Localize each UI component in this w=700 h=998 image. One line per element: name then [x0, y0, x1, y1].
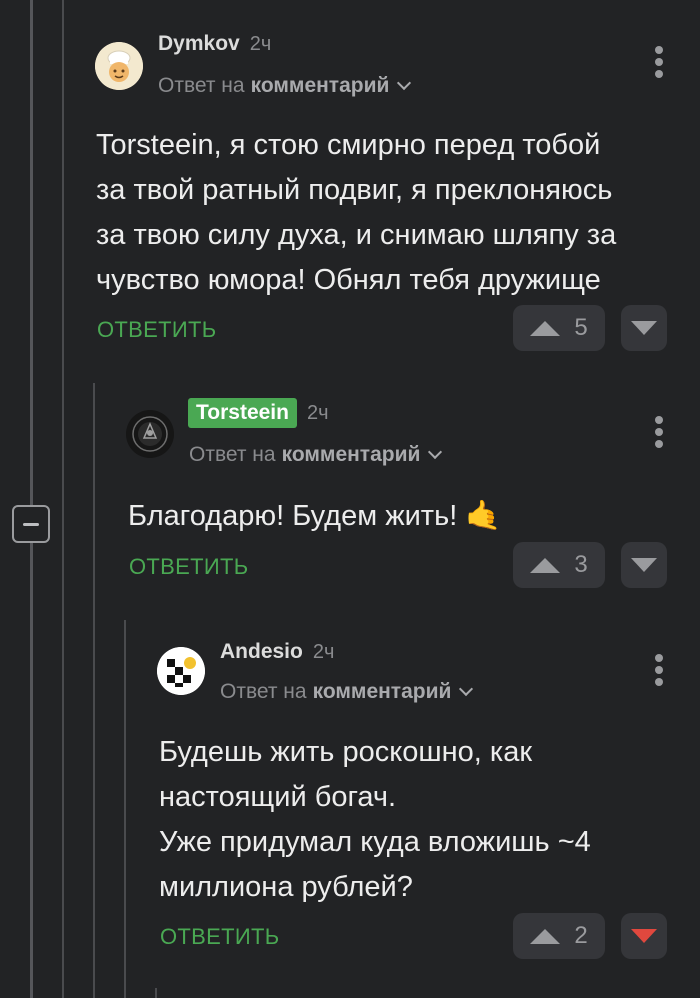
comment-line: Torsteein, я стою смирно перед тобой: [96, 129, 601, 161]
pixel-avatar-icon: [157, 647, 205, 695]
upvote-button[interactable]: 2: [513, 913, 605, 959]
comment-body: Будешь жить роскошно, как настоящий бога…: [159, 730, 591, 910]
thread-line: [30, 0, 33, 998]
reply-button[interactable]: ОТВЕТИТЬ: [129, 554, 248, 580]
comment-header: Dymkov 2ч: [158, 32, 271, 56]
comment-body: Благодарю! Будем жить! 🤙: [128, 494, 501, 539]
arrow-down-icon: [631, 321, 657, 335]
comment-line: миллиона рублей?: [159, 871, 413, 903]
comment-line: настоящий богач.: [159, 781, 397, 813]
author-name[interactable]: Andesio: [220, 640, 303, 664]
arrow-up-icon: [530, 557, 561, 573]
comment-time: 2ч: [249, 32, 272, 55]
reply-to-link[interactable]: Ответ на комментарий: [189, 443, 443, 467]
reply-prefix: Ответ на: [158, 74, 245, 97]
more-options-icon[interactable]: [654, 46, 664, 78]
comment-line: Благодарю! Будем жить! 🤙: [128, 500, 502, 532]
reply-prefix: Ответ на: [189, 443, 276, 466]
arrow-down-icon: [631, 558, 657, 572]
comment-line: за твой ратный подвиг, я преклоняюсь: [96, 174, 613, 206]
author-name[interactable]: Torsteein: [188, 398, 297, 428]
chevron-down-icon: [459, 681, 474, 697]
comment-header: Torsteein 2ч: [188, 398, 329, 428]
arrow-up-icon: [530, 928, 561, 944]
reply-to-link[interactable]: Ответ на комментарий: [158, 74, 412, 98]
vote-count: 3: [574, 551, 588, 578]
chevron-down-icon: [428, 444, 443, 460]
vote-count: 5: [574, 314, 588, 341]
reply-prefix: Ответ на: [220, 680, 307, 703]
comment-header: Andesio 2ч: [220, 640, 334, 664]
author-name[interactable]: Dymkov: [158, 32, 240, 56]
comment-line: чувство юмора! Обнял тебя дружище: [96, 264, 601, 296]
avatar[interactable]: [95, 42, 143, 90]
arrow-down-icon: [631, 929, 657, 943]
avatar[interactable]: [157, 647, 205, 695]
vote-count: 2: [574, 922, 588, 949]
reply-button[interactable]: ОТВЕТИТЬ: [160, 924, 279, 950]
more-options-icon[interactable]: [654, 416, 664, 448]
emblem-avatar-icon: [126, 410, 174, 458]
comments-thread: Dymkov 2ч Ответ на комментарий Torsteein…: [0, 0, 700, 998]
downvote-button[interactable]: [621, 542, 667, 588]
reply-to-link[interactable]: Ответ на комментарий: [220, 680, 474, 704]
arrow-up-icon: [530, 320, 561, 336]
thread-line: [93, 383, 95, 998]
thread-line: [124, 620, 126, 998]
comment-line: Уже придумал куда вложишь ~4: [159, 826, 591, 858]
thread-line: [155, 988, 157, 998]
reply-target: комментарий: [281, 443, 421, 466]
comment-body: Torsteein, я стою смирно перед тобой за …: [96, 123, 616, 303]
chef-avatar-icon: [95, 42, 143, 90]
comment-time: 2ч: [306, 401, 329, 424]
downvote-button[interactable]: [621, 913, 667, 959]
avatar[interactable]: [126, 410, 174, 458]
upvote-button[interactable]: 5: [513, 305, 605, 351]
reply-target: комментарий: [250, 74, 390, 97]
comment-line: за твою силу духа, и снимаю шляпу за: [96, 219, 617, 251]
reply-button[interactable]: ОТВЕТИТЬ: [97, 317, 216, 343]
comment-line: Будешь жить роскошно, как: [159, 736, 533, 768]
minus-icon: [23, 522, 39, 526]
downvote-button[interactable]: [621, 305, 667, 351]
thread-line: [62, 0, 64, 998]
upvote-button[interactable]: 3: [513, 542, 605, 588]
comment-time: 2ч: [312, 640, 335, 663]
collapse-thread-button[interactable]: [12, 505, 50, 543]
chevron-down-icon: [397, 75, 412, 91]
reply-target: комментарий: [312, 680, 452, 703]
more-options-icon[interactable]: [654, 654, 664, 686]
